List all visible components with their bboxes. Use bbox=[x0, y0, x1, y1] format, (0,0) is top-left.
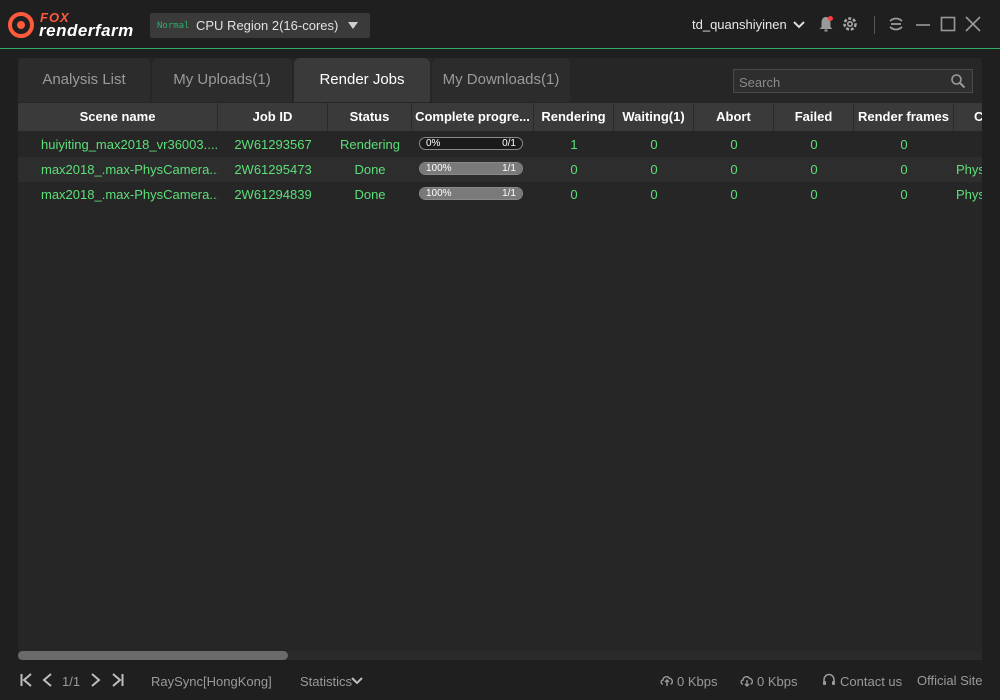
table-row[interactable]: max2018_.max-PhysCamera... 2W61294839 Do… bbox=[18, 182, 982, 207]
cell-rendering: 0 bbox=[570, 187, 578, 202]
progress-frames: 0/1 bbox=[502, 138, 516, 149]
cell-job-id: 2W61293567 bbox=[234, 137, 312, 152]
statistics-menu[interactable]: Statistics bbox=[300, 674, 352, 689]
cell-failed: 0 bbox=[810, 187, 818, 202]
progress-percent: 100% bbox=[426, 163, 452, 174]
horizontal-scrollbar[interactable] bbox=[18, 651, 982, 660]
col-header-render-frames[interactable]: Render frames bbox=[854, 103, 954, 131]
headset-icon[interactable] bbox=[821, 672, 837, 688]
region-tag: Normal bbox=[157, 21, 190, 31]
cell-waiting: 0 bbox=[650, 137, 658, 152]
download-cloud-icon bbox=[740, 676, 753, 687]
logo-text-bottom: renderfarm bbox=[39, 21, 134, 40]
fox-logo-icon bbox=[8, 12, 34, 38]
tab-my-uploads[interactable]: My Uploads(1) bbox=[152, 58, 292, 102]
progress-frames: 1/1 bbox=[502, 188, 516, 199]
cell-render-frames: 0 bbox=[900, 162, 908, 177]
chevron-down-icon[interactable] bbox=[351, 675, 363, 687]
cell-failed: 0 bbox=[810, 162, 818, 177]
search-box bbox=[733, 69, 973, 94]
col-header-waiting[interactable]: Waiting(1) bbox=[614, 103, 694, 131]
download-speed: 0 Kbps bbox=[757, 674, 798, 689]
last-page-icon[interactable] bbox=[109, 672, 125, 688]
username-menu[interactable]: td_quanshiyinen bbox=[692, 17, 787, 32]
cell-abort: 0 bbox=[730, 137, 738, 152]
page-indicator: 1/1 bbox=[62, 674, 81, 689]
progress-bar: 100% 1/1 bbox=[419, 187, 523, 200]
sync-icon[interactable] bbox=[887, 15, 905, 33]
jobs-table: huiyiting_max2018_vr36003.... 2W61293567… bbox=[18, 132, 982, 652]
table-header: Scene name Job ID Status Complete progre… bbox=[18, 103, 982, 131]
official-site-link[interactable]: Official Site bbox=[917, 673, 983, 688]
col-header-status[interactable]: Status bbox=[328, 103, 412, 131]
notification-bell-icon[interactable] bbox=[817, 15, 835, 33]
col-header-failed[interactable]: Failed bbox=[774, 103, 854, 131]
col-header-scene-name[interactable]: Scene name bbox=[18, 103, 218, 131]
col-header-progress[interactable]: Complete progre... bbox=[412, 103, 534, 131]
progress-frames: 1/1 bbox=[502, 163, 516, 174]
progress-percent: 100% bbox=[426, 188, 452, 199]
search-input[interactable] bbox=[734, 70, 951, 94]
chevron-down-icon[interactable] bbox=[793, 19, 805, 31]
cell-abort: 0 bbox=[730, 187, 738, 202]
close-icon[interactable] bbox=[964, 15, 982, 33]
first-page-icon[interactable] bbox=[19, 672, 35, 688]
status-footer: 1/1 RaySync[HongKong] Statistics 0 Kbps … bbox=[0, 662, 1000, 700]
col-header-extra[interactable]: C bbox=[954, 103, 982, 131]
cell-job-id: 2W61294839 bbox=[234, 187, 312, 202]
progress-bar: 100% 1/1 bbox=[419, 162, 523, 175]
col-header-abort[interactable]: Abort bbox=[694, 103, 774, 131]
cell-rendering: 1 bbox=[570, 137, 578, 152]
cell-status: Done bbox=[354, 162, 386, 177]
scrollbar-thumb[interactable] bbox=[18, 651, 288, 660]
cell-status: Rendering bbox=[340, 137, 400, 152]
contact-us-link[interactable]: Contact us bbox=[840, 674, 902, 689]
title-bar: FOX renderfarm Normal CPU Region 2(16-co… bbox=[0, 0, 1000, 49]
region-selector[interactable]: Normal CPU Region 2(16-cores) bbox=[150, 13, 370, 38]
cell-status: Done bbox=[354, 187, 386, 202]
cell-extra bbox=[954, 132, 982, 157]
col-header-rendering[interactable]: Rendering bbox=[534, 103, 614, 131]
cell-render-frames: 0 bbox=[900, 187, 908, 202]
tab-render-jobs[interactable]: Render Jobs bbox=[294, 58, 430, 102]
maximize-icon[interactable] bbox=[939, 15, 957, 33]
next-page-icon[interactable] bbox=[87, 672, 103, 688]
cell-waiting: 0 bbox=[650, 187, 658, 202]
progress-percent: 0% bbox=[426, 138, 441, 149]
cell-scene-name: max2018_.max-PhysCamera... bbox=[41, 162, 218, 177]
cell-extra: Phys bbox=[956, 162, 982, 177]
cell-abort: 0 bbox=[730, 162, 738, 177]
progress-bar: 0% 0/1 bbox=[419, 137, 523, 150]
search-icon[interactable] bbox=[950, 73, 966, 89]
cell-failed: 0 bbox=[810, 137, 818, 152]
table-row[interactable]: max2018_.max-PhysCamera... 2W61295473 Do… bbox=[18, 157, 982, 182]
upload-cloud-icon bbox=[660, 676, 673, 686]
tab-analysis-list[interactable]: Analysis List bbox=[18, 58, 150, 102]
raysync-server[interactable]: RaySync[HongKong] bbox=[151, 674, 272, 689]
caret-down-icon bbox=[348, 22, 358, 29]
title-separator bbox=[874, 16, 875, 34]
tab-my-downloads[interactable]: My Downloads(1) bbox=[432, 58, 570, 102]
region-label: CPU Region 2(16-cores) bbox=[196, 18, 339, 33]
table-row[interactable]: huiyiting_max2018_vr36003.... 2W61293567… bbox=[18, 132, 982, 157]
cell-job-id: 2W61295473 bbox=[234, 162, 312, 177]
prev-page-icon[interactable] bbox=[40, 672, 56, 688]
app-logo: FOX renderfarm bbox=[8, 9, 138, 41]
cell-extra: Phys bbox=[956, 187, 982, 202]
cell-waiting: 0 bbox=[650, 162, 658, 177]
cell-scene-name: max2018_.max-PhysCamera... bbox=[41, 187, 218, 202]
upload-speed: 0 Kbps bbox=[677, 674, 718, 689]
settings-gear-icon[interactable] bbox=[841, 15, 859, 33]
minimize-icon[interactable] bbox=[914, 15, 932, 33]
cell-scene-name: huiyiting_max2018_vr36003.... bbox=[41, 137, 218, 152]
cell-render-frames: 0 bbox=[900, 137, 908, 152]
cell-rendering: 0 bbox=[570, 162, 578, 177]
col-header-job-id[interactable]: Job ID bbox=[218, 103, 328, 131]
